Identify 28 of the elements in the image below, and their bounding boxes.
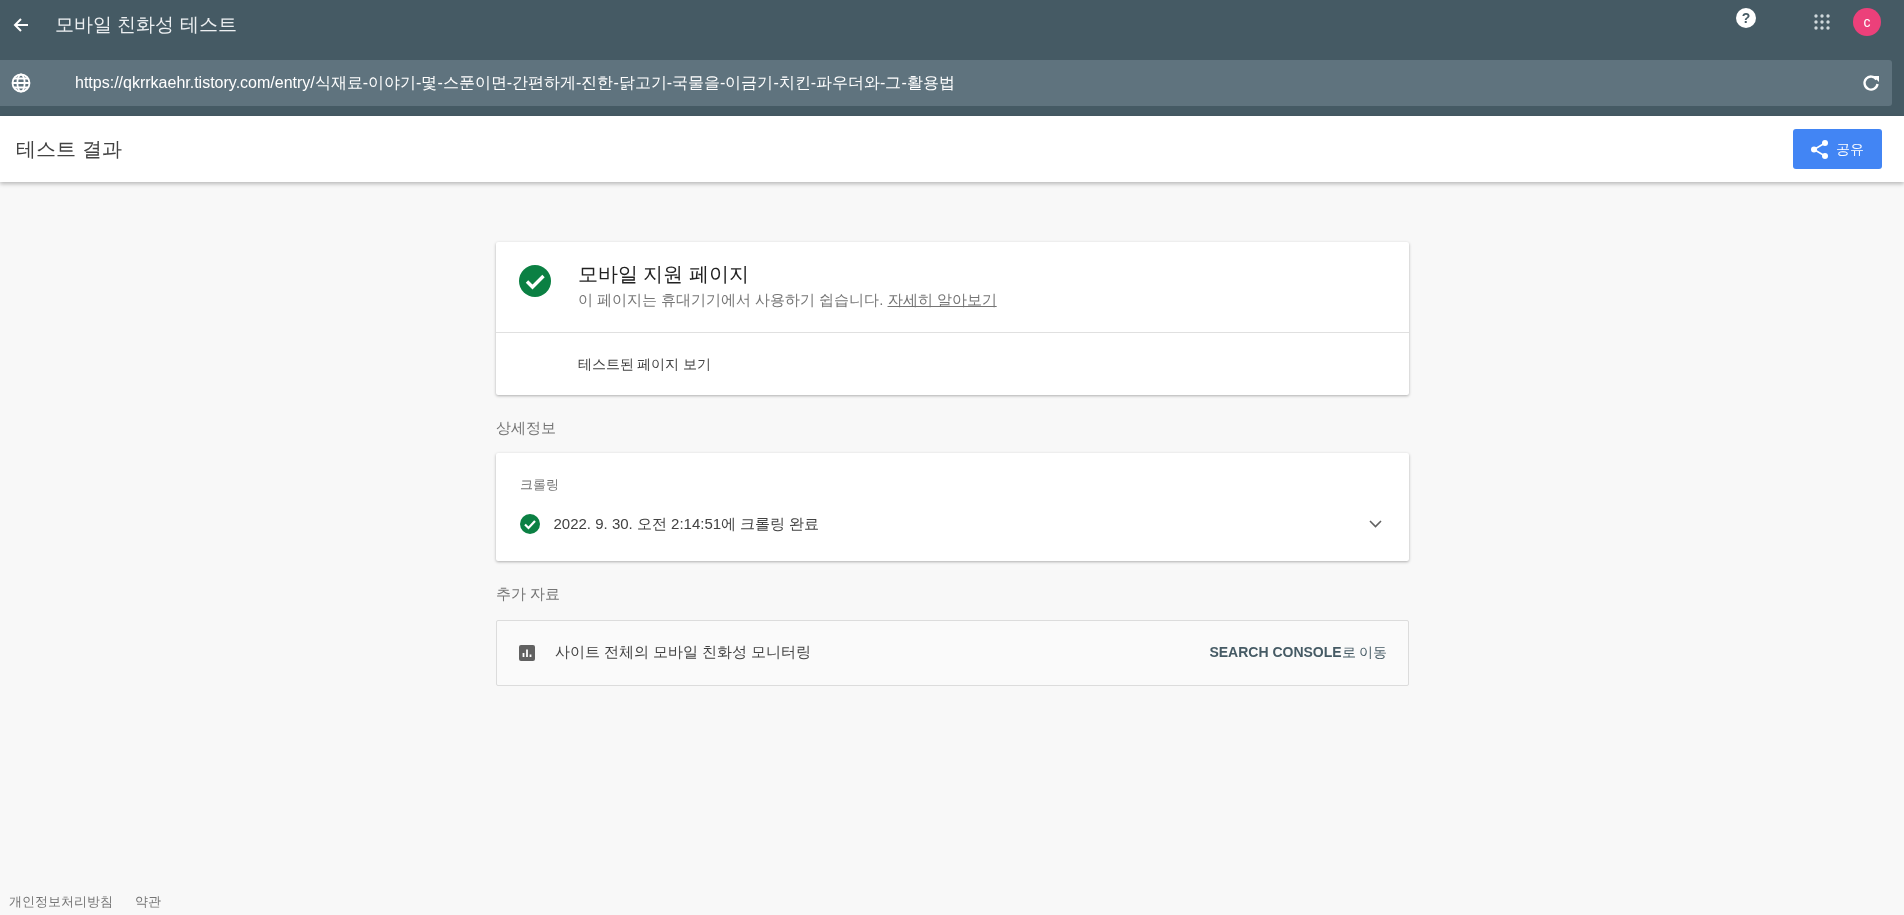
app-title: 모바일 친화성 테스트	[55, 12, 237, 37]
help-icon[interactable]: ?	[1736, 8, 1756, 28]
results-title: 테스트 결과	[16, 137, 122, 162]
check-circle-icon	[519, 513, 540, 534]
back-arrow-icon[interactable]	[13, 17, 29, 33]
apps-grid-icon[interactable]	[1814, 14, 1830, 30]
resource-description: 사이트 전체의 모바일 친화성 모니터링	[554, 642, 812, 663]
footer-link[interactable]: 약관	[135, 891, 161, 911]
refresh-icon[interactable]	[1862, 74, 1880, 92]
bar-chart-icon	[518, 644, 535, 661]
summary-title: 모바일 지원 페이지	[577, 262, 750, 287]
crawl-label: 크롤링	[519, 476, 560, 494]
url-bar[interactable]: https://qkrrkaehr.tistory.com/entry/식재료-이야기-몇-스푼이면-간편하게-진한-닭고기-국물을-이금기-치킨-파우더와-그-활용법	[0, 60, 1892, 106]
section-heading: 추가 자료	[495, 584, 561, 604]
globe-icon	[11, 73, 31, 93]
section-heading: 상세정보	[495, 417, 557, 438]
search-console-link[interactable]: SEARCH CONSOLE로 이동	[1209, 642, 1388, 663]
check-circle-icon	[517, 264, 552, 298]
account-avatar[interactable]: c	[1853, 8, 1881, 36]
share-icon	[1811, 139, 1828, 159]
learn-more-link[interactable]: 자세히 알아보기	[887, 291, 997, 308]
chevron-down-icon[interactable]	[1368, 519, 1382, 528]
share-button[interactable]: 공유	[1793, 129, 1882, 169]
footer-link[interactable]: 개인정보처리방침	[9, 891, 113, 911]
view-tested-page-link[interactable]: 테스트된 페이지 보기	[577, 355, 712, 372]
summary-description: 이 페이지는 휴대기기에서 사용하기 쉽습니다. 자세히 알아보기	[577, 290, 997, 310]
url-input-field[interactable]: https://qkrrkaehr.tistory.com/entry/식재료-이야기-몇-스푼이면-간편하게-진한-닭고기-국물을-이금기-치킨-파우더와-그-활용법	[75, 71, 1850, 95]
crawl-status: 2022. 9. 30. 오전 2:14:51에 크롤링 완료	[553, 513, 820, 534]
